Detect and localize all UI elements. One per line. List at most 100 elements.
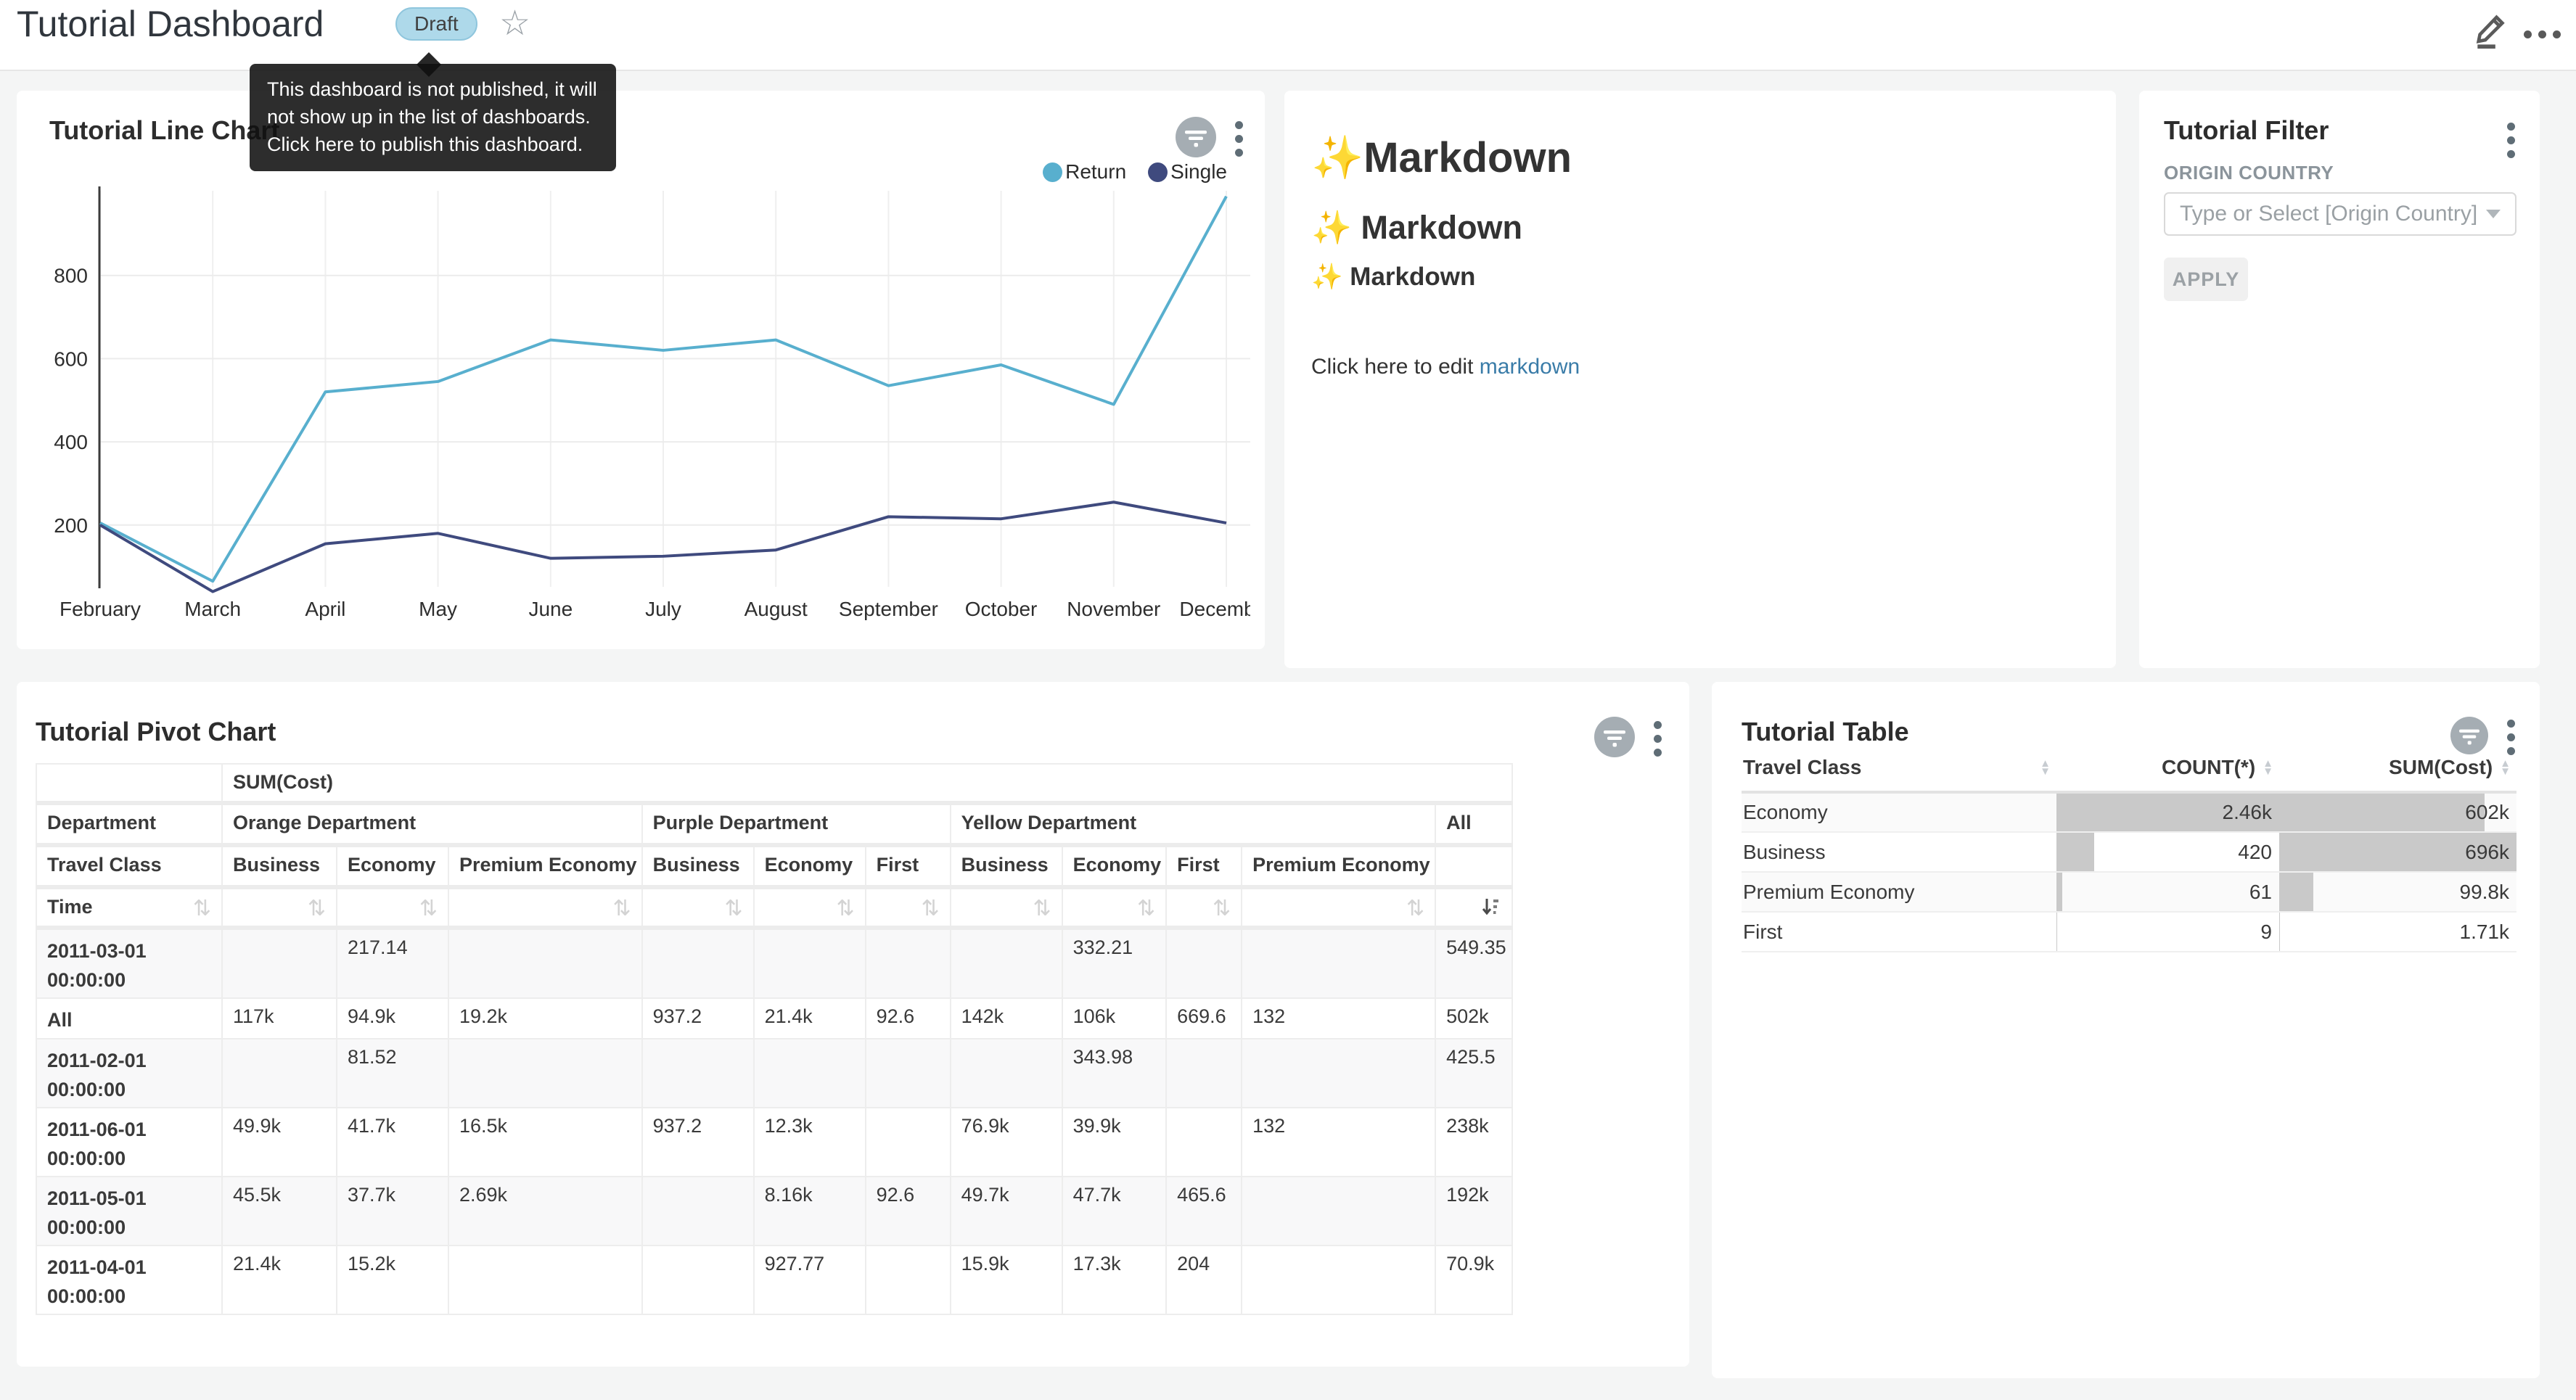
table-row: Business420696k — [1742, 832, 2516, 872]
pivot-value-cell — [1242, 928, 1435, 998]
draft-badge[interactable]: Draft — [395, 7, 477, 41]
markdown-h3: ✨ Markdown — [1311, 263, 2094, 292]
origin-country-select[interactable]: Type or Select [Origin Country] — [2164, 192, 2516, 236]
filter-panel-kebab-icon[interactable] — [2504, 120, 2518, 161]
pivot-value-cell: 81.52 — [337, 1039, 448, 1108]
sort-icon[interactable]: ⇅ — [419, 896, 438, 921]
table-row: First91.71k — [1742, 912, 2516, 952]
pivot-group-header: Yellow Department — [951, 803, 1436, 845]
markdown-paragraph: Click here to edit markdown — [1311, 354, 2094, 380]
pivot-class-header: Business — [222, 845, 337, 887]
sort-icon[interactable]: ⇅ — [724, 896, 742, 921]
pivot-value-cell: 117k — [222, 998, 337, 1039]
data-table[interactable]: Travel Class▲▼COUNT(*)▲▼SUM(Cost)▲▼Econo… — [1742, 749, 2516, 952]
table-column-header[interactable]: Travel Class▲▼ — [1742, 749, 2056, 792]
pivot-value-cell — [866, 1245, 951, 1314]
filter-panel: Tutorial Filter ORIGIN COUNTRY Type or S… — [2139, 91, 2540, 668]
pivot-value-cell — [1242, 1177, 1435, 1245]
pivot-row: 2011-03-01 00:00:00217.14332.21549.35 — [36, 928, 1512, 998]
pivot-time-label[interactable]: Time⇅ — [36, 887, 222, 928]
filter-panel-title: Tutorial Filter — [2164, 115, 2329, 146]
pivot-value-cell: 49.7k — [951, 1177, 1062, 1245]
cell-bar — [2279, 913, 2280, 951]
line-chart[interactable]: 200400600800FebruaryMarchAprilMayJuneJul… — [17, 172, 1250, 629]
pivot-class-header: Economy — [754, 845, 866, 887]
table-column-header[interactable]: COUNT(*)▲▼ — [2056, 749, 2279, 792]
pivot-value-cell: 204 — [1166, 1245, 1242, 1314]
sort-icon[interactable]: ⇅ — [921, 896, 939, 921]
pivot-group-header: Purple Department — [642, 803, 951, 845]
pencil-icon — [2471, 10, 2511, 51]
sort-icon[interactable]: ⇅ — [1033, 896, 1051, 921]
chart-legend[interactable]: Return Single — [1043, 160, 1227, 184]
filter-scope-icon[interactable] — [1176, 117, 1216, 161]
pivot-value-cell — [1242, 1039, 1435, 1108]
pivot-class-header: Business — [951, 845, 1062, 887]
pivot-value-cell: 12.3k — [754, 1108, 866, 1177]
dashboard-header: Tutorial Dashboard Draft ☆ — [0, 0, 2576, 71]
sort-icon[interactable]: ⇅ — [1406, 896, 1424, 921]
count-cell: 9 — [2056, 912, 2279, 952]
sort-icon[interactable]: ⇅ — [1213, 896, 1231, 921]
pivot-value-cell — [866, 1039, 951, 1108]
pivot-value-cell: 502k — [1435, 998, 1512, 1039]
sort-icon[interactable]: ⇅ — [836, 896, 854, 921]
apply-button[interactable]: APPLY — [2164, 258, 2248, 301]
pivot-value-cell: 937.2 — [642, 1108, 754, 1177]
table-row: Economy2.46k602k — [1742, 792, 2516, 832]
sort-icon[interactable]: ⇅ — [612, 896, 631, 921]
pivot-class-header: First — [866, 845, 951, 887]
sort-icon[interactable]: ⇅ — [1137, 896, 1155, 921]
pivot-value-cell: 192k — [1435, 1177, 1512, 1245]
column-sort-icon[interactable]: ▲▼ — [2040, 759, 2051, 775]
sort-desc-active-icon[interactable] — [1480, 896, 1501, 923]
edit-dashboard-icon[interactable] — [2471, 10, 2511, 51]
pivot-value-cell: 49.9k — [222, 1108, 337, 1177]
sum-cell: 696k — [2279, 832, 2516, 872]
pivot-value-cell — [866, 1108, 951, 1177]
count-cell: 420 — [2056, 832, 2279, 872]
origin-country-label: ORIGIN COUNTRY — [2164, 162, 2334, 184]
legend-dot — [1148, 162, 1168, 182]
pivot-value-cell: 465.6 — [1166, 1177, 1242, 1245]
line-chart-kebab-icon[interactable] — [1232, 118, 1246, 160]
pivot-chart-kebab-icon[interactable] — [1651, 718, 1665, 759]
column-sort-icon[interactable]: ▲▼ — [2500, 759, 2511, 775]
pivot-value-cell: 37.7k — [337, 1177, 448, 1245]
travel-class-cell: Premium Economy — [1742, 872, 2056, 912]
legend-item-single[interactable]: Single — [1148, 160, 1227, 184]
column-sort-icon[interactable]: ▲▼ — [2263, 759, 2273, 775]
favorite-star-icon[interactable]: ☆ — [499, 3, 530, 44]
pivot-value-cell: 39.9k — [1062, 1108, 1167, 1177]
pivot-value-cell: 47.7k — [1062, 1177, 1167, 1245]
pivot-value-cell — [448, 1039, 642, 1108]
header-more-menu-icon[interactable] — [2524, 30, 2561, 38]
pivot-table[interactable]: SUM(Cost)DepartmentOrange DepartmentPurp… — [36, 763, 1513, 1315]
sort-icon[interactable]: ⇅ — [308, 896, 326, 921]
pivot-row: All117k94.9k19.2k937.221.4k92.6142k106k6… — [36, 998, 1512, 1039]
svg-text:400: 400 — [54, 431, 88, 453]
filter-scope-icon[interactable] — [1594, 717, 1635, 761]
legend-label: Single — [1170, 160, 1227, 184]
table-panel-title: Tutorial Table — [1742, 717, 1909, 747]
pivot-value-cell — [1166, 1039, 1242, 1108]
pivot-row: 2011-05-01 00:00:0045.5k37.7k2.69k8.16k9… — [36, 1177, 1512, 1245]
line-chart-panel: Tutorial Line Chart ReturnSingle 2004006… — [17, 91, 1265, 649]
pivot-value-cell: 92.6 — [866, 998, 951, 1039]
pivot-class-header: First — [1166, 845, 1242, 887]
select-placeholder: Type or Select [Origin Country] — [2180, 202, 2477, 226]
pivot-value-cell: 16.5k — [448, 1108, 642, 1177]
pivot-value-cell: 332.21 — [1062, 928, 1167, 998]
sort-icon[interactable]: ⇅ — [193, 896, 211, 921]
pivot-row-header: 2011-05-01 00:00:00 — [36, 1177, 222, 1245]
sum-cell: 602k — [2279, 792, 2516, 832]
table-column-header[interactable]: SUM(Cost)▲▼ — [2279, 749, 2516, 792]
publish-tooltip[interactable]: This dashboard is not published, it will… — [250, 64, 616, 171]
markdown-link[interactable]: markdown — [1480, 355, 1580, 379]
svg-text:November: November — [1067, 598, 1160, 620]
svg-text:May: May — [419, 598, 457, 620]
pivot-value-cell — [1166, 928, 1242, 998]
pivot-value-cell — [642, 928, 754, 998]
svg-text:April: April — [305, 598, 345, 620]
legend-item-return[interactable]: Return — [1043, 160, 1126, 184]
